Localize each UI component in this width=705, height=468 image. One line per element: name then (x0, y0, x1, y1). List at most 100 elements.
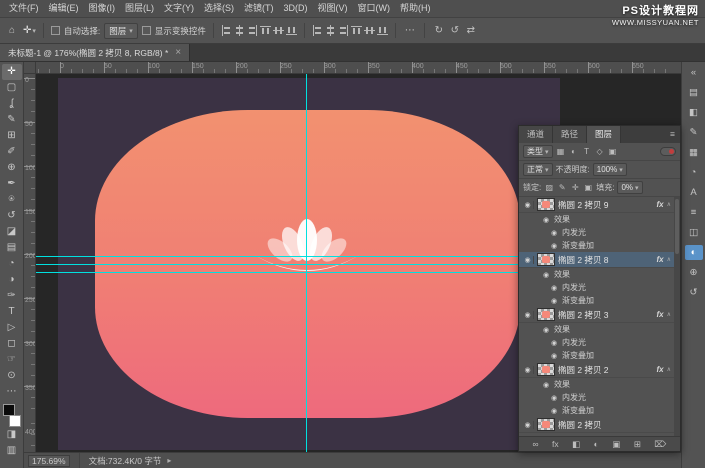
effects-header-row[interactable]: ◉效果 (519, 323, 674, 336)
visibility-eye-icon[interactable]: ◉ (549, 284, 559, 292)
align-horizontal-centers-icon[interactable] (234, 25, 245, 36)
layer-row[interactable]: ◉椭圆 2 拷贝 3fx∧ (519, 307, 674, 323)
visibility-eye-icon[interactable]: ◉ (541, 381, 551, 389)
collapse-effects-icon[interactable]: ∧ (667, 256, 671, 263)
effect-row[interactable]: ◉渐变叠加 (519, 239, 674, 252)
layer-row[interactable]: ◉椭圆 2 拷贝 9fx∧ (519, 197, 674, 213)
background-color-swatch[interactable] (9, 415, 21, 427)
visibility-eye-icon[interactable]: ◉ (549, 407, 559, 415)
collapse-effects-icon[interactable]: ∧ (667, 366, 671, 373)
libraries-panel-icon[interactable]: ◫ (685, 225, 703, 240)
auto-select-checkbox[interactable] (51, 26, 60, 35)
screen-mode-icon[interactable]: ▥ (2, 443, 22, 459)
filter-type-dropdown[interactable]: 类型 ▾ (523, 145, 553, 158)
menu-item-9[interactable]: 窗口(W) (353, 0, 396, 17)
more-options-icon[interactable]: ⋯ (403, 25, 417, 36)
visibility-eye-icon[interactable]: ◉ (549, 352, 559, 360)
effects-header-row[interactable]: ◉效果 (519, 268, 674, 281)
align-bottom-edges-icon[interactable] (286, 25, 297, 36)
history-brush-tool[interactable]: ↺ (2, 208, 22, 224)
visibility-eye-icon[interactable]: ◉ (541, 271, 551, 279)
lock-transparency-icon[interactable]: ▨ (544, 183, 554, 192)
show-transform-checkbox[interactable] (142, 26, 151, 35)
collapse-effects-icon[interactable]: ∧ (667, 311, 671, 318)
healing-brush-tool[interactable]: ⊕ (2, 160, 22, 176)
info-panel-icon[interactable]: ⊕ (685, 265, 703, 280)
blend-mode-dropdown[interactable]: 正常 ▾ (523, 163, 553, 176)
color-panel-icon[interactable]: ▤ (685, 85, 703, 100)
layer-style-icon[interactable]: fx (552, 439, 559, 449)
adjustment-layer-icon[interactable]: ◐ (594, 439, 599, 449)
gradient-tool[interactable]: ▤ (2, 240, 22, 256)
3d-roll-icon[interactable]: ↺ (448, 25, 462, 36)
brush-tool[interactable]: ✒ (2, 176, 22, 192)
layer-row[interactable]: ◉椭圆 2 拷贝 (519, 417, 674, 433)
visibility-eye-icon[interactable]: ◉ (541, 216, 551, 224)
lasso-tool[interactable]: ʆ (2, 96, 22, 112)
menu-item-5[interactable]: 选择(S) (199, 0, 239, 17)
effect-row[interactable]: ◉内发光 (519, 281, 674, 294)
foreground-color-swatch[interactable] (3, 404, 15, 416)
effect-row[interactable]: ◉内发光 (519, 336, 674, 349)
menu-item-4[interactable]: 文字(Y) (159, 0, 199, 17)
layer-row[interactable]: ◉椭圆 2 拷贝 2fx∧ (519, 362, 674, 378)
distribute-vertical-centers-icon[interactable] (364, 25, 375, 36)
history-panel-icon[interactable]: ↺ (685, 285, 703, 300)
lock-image-icon[interactable]: ✎ (557, 183, 567, 192)
filter-toggle[interactable] (660, 147, 676, 156)
delete-layer-icon[interactable]: ⌦ (654, 439, 666, 450)
visibility-eye-icon[interactable]: ◉ (549, 229, 559, 237)
crop-tool[interactable]: ⊞ (2, 128, 22, 144)
menu-item-8[interactable]: 视图(V) (313, 0, 353, 17)
pen-tool[interactable]: ✑ (2, 288, 22, 304)
shape-tool[interactable]: ◻ (2, 336, 22, 352)
properties-panel-icon[interactable]: ◐ (685, 245, 703, 260)
menu-item-2[interactable]: 图像(I) (84, 0, 121, 17)
visibility-eye-icon[interactable]: ◉ (549, 339, 559, 347)
new-layer-icon[interactable]: ⊞ (634, 439, 641, 450)
visibility-eye-icon[interactable]: ◉ (549, 394, 559, 402)
3d-rotate-icon[interactable]: ↻ (432, 25, 446, 36)
opacity-dropdown[interactable]: 100% ▾ (593, 163, 627, 176)
clone-stamp-tool[interactable]: ⍟ (2, 192, 22, 208)
layer-fx-badge[interactable]: fx (656, 310, 663, 319)
layer-row[interactable]: ◉椭圆 2 拷贝 8fx∧ (519, 252, 674, 268)
panel-scrollbar[interactable] (674, 197, 680, 436)
edit-toolbar-icon[interactable]: ⋯ (2, 384, 22, 400)
menu-item-7[interactable]: 3D(D) (279, 0, 313, 17)
layer-fx-badge[interactable]: fx (656, 200, 663, 209)
layer-fx-badge[interactable]: fx (656, 365, 663, 374)
auto-select-target-dropdown[interactable]: 图层 ▾ (104, 23, 138, 39)
filter-type-layers-icon[interactable]: T (582, 147, 592, 156)
zoom-tool[interactable]: ⊙ (2, 368, 22, 384)
align-vertical-centers-icon[interactable] (273, 25, 284, 36)
type-tool[interactable]: T (2, 304, 22, 320)
zoom-level-field[interactable]: 175.69% (28, 455, 70, 467)
align-right-edges-icon[interactable] (247, 25, 258, 36)
document-tab[interactable]: 未标题-1 @ 176%(椭圆 2 拷贝 8, RGB/8) * × (0, 44, 190, 61)
brush-settings-panel-icon[interactable]: ✎ (685, 125, 703, 140)
blur-tool[interactable]: ◔ (2, 256, 22, 272)
distribute-right-edges-icon[interactable] (338, 25, 349, 36)
distribute-bottom-edges-icon[interactable] (377, 25, 388, 36)
visibility-eye-icon[interactable]: ◉ (541, 326, 551, 334)
menu-item-10[interactable]: 帮助(H) (395, 0, 436, 17)
guide-vertical[interactable] (306, 74, 307, 452)
visibility-eye-icon[interactable]: ◉ (549, 242, 559, 250)
path-selection-tool[interactable]: ▷ (2, 320, 22, 336)
filter-pixel-layers-icon[interactable]: ▦ (556, 147, 566, 156)
link-layers-icon[interactable]: ∞ (532, 439, 538, 449)
tab-layers[interactable]: 图层 (587, 126, 621, 143)
visibility-eye-icon[interactable]: ◉ (522, 366, 534, 374)
filter-adjustment-layers-icon[interactable]: ◐ (569, 147, 579, 156)
effect-row[interactable]: ◉内发光 (519, 226, 674, 239)
marquee-tool[interactable]: ▢ (2, 80, 22, 96)
menu-item-6[interactable]: 滤镜(T) (239, 0, 279, 17)
3d-drag-icon[interactable]: ⇄ (464, 25, 478, 36)
fill-dropdown[interactable]: 0% ▾ (617, 181, 642, 194)
menu-item-3[interactable]: 图层(L) (120, 0, 159, 17)
quick-selection-tool[interactable]: ✎ (2, 112, 22, 128)
paragraph-panel-icon[interactable]: ≡ (685, 205, 703, 220)
eyedropper-tool[interactable]: ✐ (2, 144, 22, 160)
move-tool[interactable]: ✛ (2, 64, 22, 80)
